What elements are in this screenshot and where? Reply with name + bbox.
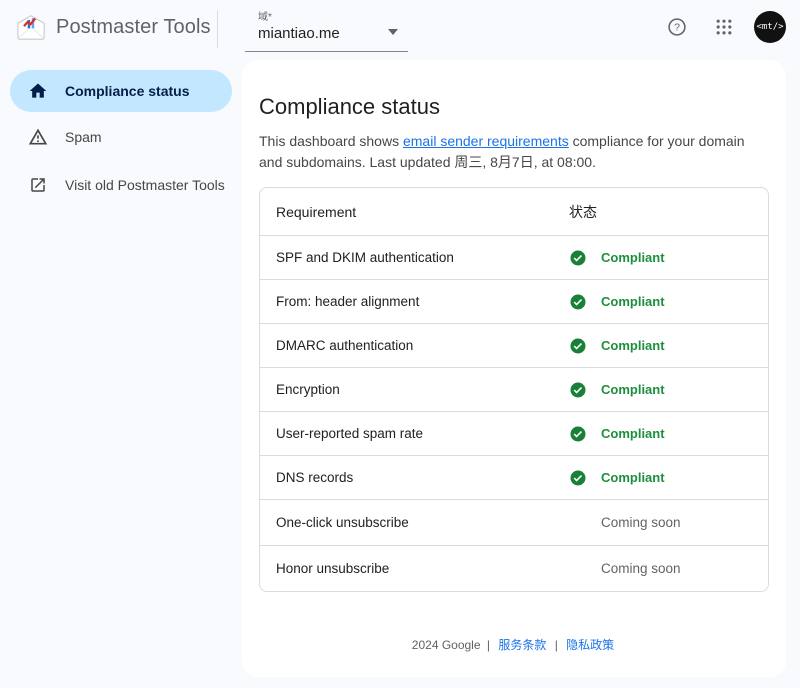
table-row: User-reported spam rate Compliant bbox=[260, 411, 768, 455]
domain-selector-value: miantiao.me bbox=[258, 25, 408, 42]
avatar[interactable]: <mt/> bbox=[754, 11, 786, 43]
domain-selector[interactable]: 域* miantiao.me bbox=[245, 5, 408, 52]
requirement-cell: From: header alignment bbox=[260, 294, 569, 309]
table-row: Honor unsubscribe Coming soon bbox=[260, 545, 768, 591]
requirement-cell: SPF and DKIM authentication bbox=[260, 250, 569, 265]
status-badge: Compliant bbox=[601, 338, 665, 353]
domain-selector-label: 域* bbox=[258, 8, 408, 23]
page-description: This dashboard shows email sender requir… bbox=[259, 131, 769, 173]
status-badge: Coming soon bbox=[569, 561, 681, 576]
description-prefix: This dashboard shows bbox=[259, 133, 403, 149]
check-circle-icon bbox=[569, 249, 587, 267]
column-header-status: 状态 bbox=[569, 202, 768, 222]
sidebar-item-label: Compliance status bbox=[65, 83, 189, 99]
status-badge: Coming soon bbox=[569, 515, 681, 530]
status-badge: Compliant bbox=[601, 250, 665, 265]
sidebar-item-label: Spam bbox=[65, 129, 102, 145]
requirement-cell: DMARC authentication bbox=[260, 338, 569, 353]
status-badge: Compliant bbox=[601, 382, 665, 397]
footer-separator: | bbox=[555, 638, 558, 652]
requirement-cell: Honor unsubscribe bbox=[260, 561, 569, 576]
table-row: From: header alignment Compliant bbox=[260, 279, 768, 323]
requirement-cell: One-click unsubscribe bbox=[260, 515, 569, 530]
compliance-table: Requirement 状态 SPF and DKIM authenticati… bbox=[259, 187, 769, 592]
sidebar-item-compliance-status[interactable]: Compliance status bbox=[10, 70, 232, 112]
status-cell: Compliant bbox=[569, 249, 768, 267]
table-row: SPF and DKIM authentication Compliant bbox=[260, 235, 768, 279]
app-title: Postmaster Tools bbox=[56, 16, 211, 39]
column-header-requirement: Requirement bbox=[260, 204, 569, 220]
status-cell: Compliant bbox=[569, 337, 768, 355]
status-cell: Compliant bbox=[569, 469, 768, 487]
svg-text:?: ? bbox=[674, 22, 680, 34]
check-circle-icon bbox=[569, 381, 587, 399]
header-divider bbox=[217, 10, 218, 48]
copyright-text: 2024 Google bbox=[412, 638, 481, 652]
help-icon: ? bbox=[666, 16, 688, 38]
app-logo-group: Postmaster Tools bbox=[16, 14, 211, 41]
table-header-row: Requirement 状态 bbox=[260, 188, 768, 235]
external-link-icon bbox=[28, 175, 48, 195]
chevron-down-icon bbox=[388, 29, 398, 35]
sidebar-item-visit-old-postmaster[interactable]: Visit old Postmaster Tools bbox=[10, 164, 232, 206]
home-icon bbox=[28, 81, 48, 101]
status-badge: Compliant bbox=[601, 470, 665, 485]
sidebar-item-spam[interactable]: Spam bbox=[10, 116, 232, 158]
privacy-policy-link[interactable]: 隐私政策 bbox=[566, 638, 614, 652]
check-circle-icon bbox=[569, 337, 587, 355]
status-cell: Compliant bbox=[569, 381, 768, 399]
status-badge: Compliant bbox=[601, 426, 665, 441]
terms-of-service-link[interactable]: 服务条款 bbox=[498, 638, 546, 652]
status-cell: Compliant bbox=[569, 425, 768, 443]
postmaster-logo-icon bbox=[16, 14, 46, 41]
status-cell: Compliant bbox=[569, 293, 768, 311]
footer: 2024 Google | 服务条款 | 隐私政策 bbox=[242, 636, 786, 653]
check-circle-icon bbox=[569, 469, 587, 487]
table-row: DNS records Compliant bbox=[260, 455, 768, 499]
check-circle-icon bbox=[569, 293, 587, 311]
requirement-cell: Encryption bbox=[260, 382, 569, 397]
requirement-cell: DNS records bbox=[260, 470, 569, 485]
check-circle-icon bbox=[569, 425, 587, 443]
table-row: DMARC authentication Compliant bbox=[260, 323, 768, 367]
header-actions: ? <mt/> bbox=[660, 0, 786, 54]
warning-icon bbox=[28, 127, 48, 147]
main-content-card: Compliance status This dashboard shows e… bbox=[242, 60, 786, 677]
requirement-cell: User-reported spam rate bbox=[260, 426, 569, 441]
top-header: Postmaster Tools 域* miantiao.me ? <mt/> bbox=[0, 0, 800, 60]
sidebar: Compliance status Spam Visit old Postmas… bbox=[0, 60, 242, 688]
status-cell: Coming soon bbox=[569, 561, 768, 576]
sidebar-item-label: Visit old Postmaster Tools bbox=[65, 177, 225, 193]
email-sender-requirements-link[interactable]: email sender requirements bbox=[403, 133, 569, 149]
help-button[interactable]: ? bbox=[660, 10, 694, 44]
status-cell: Coming soon bbox=[569, 515, 768, 530]
table-row: Encryption Compliant bbox=[260, 367, 768, 411]
status-badge: Compliant bbox=[601, 294, 665, 309]
page-title: Compliance status bbox=[259, 93, 769, 121]
apps-grid-icon bbox=[714, 17, 734, 37]
footer-separator: | bbox=[487, 638, 490, 652]
apps-grid-button[interactable] bbox=[707, 10, 741, 44]
table-row: One-click unsubscribe Coming soon bbox=[260, 499, 768, 545]
